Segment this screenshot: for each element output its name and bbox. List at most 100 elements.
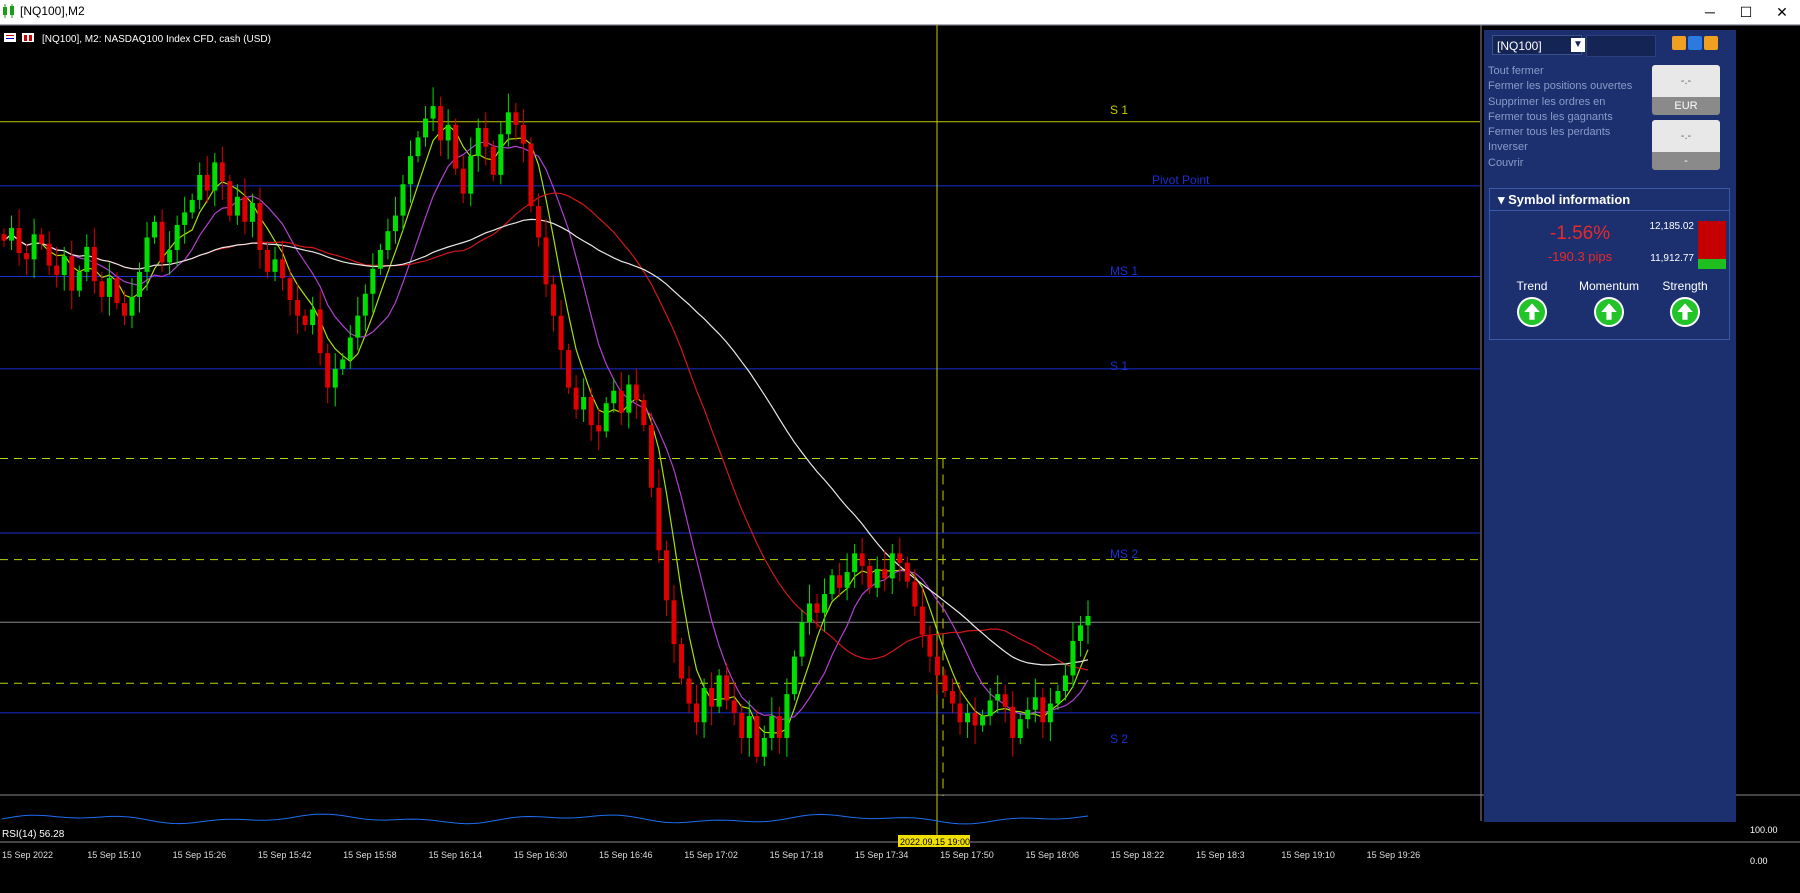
candle-body-78	[588, 396, 594, 426]
time-label-0: 15 Sep 2022	[2, 850, 53, 860]
candle-body-90	[679, 644, 684, 679]
candle-body-137	[1032, 697, 1038, 710]
gear-icon[interactable]	[1688, 36, 1702, 50]
candle-body-87	[656, 487, 662, 551]
candle-body-80	[603, 403, 609, 432]
candle-body-64	[483, 127, 489, 147]
candle-body-50	[377, 249, 383, 269]
candle-body-36	[272, 259, 278, 272]
menu-close-losers[interactable]: Fermer tous les perdants	[1488, 125, 1632, 140]
candle-body-57	[430, 106, 436, 119]
candle-body-37	[280, 259, 286, 279]
candle-body-84	[633, 384, 639, 401]
candle-body-9	[69, 256, 75, 291]
candle-body-8	[61, 256, 67, 275]
change-percent: -1.56%	[1549, 223, 1611, 244]
app-icon	[3, 4, 14, 18]
candle-body-107	[806, 603, 812, 623]
expand-icon[interactable]	[1704, 36, 1718, 50]
candle-body-6	[46, 243, 52, 266]
candle-body-65	[490, 146, 496, 175]
candle-body-77	[581, 396, 587, 410]
symbol-select-value: [NQ100]	[1497, 39, 1542, 53]
candle-body-5	[39, 234, 45, 244]
candle-body-120	[904, 562, 910, 582]
menu-hedge[interactable]: Couvrir	[1488, 156, 1632, 171]
time-label-11: 15 Sep 17:50	[940, 850, 994, 860]
candle-body-108	[814, 603, 820, 613]
candle-body-132	[995, 694, 1001, 701]
candle-body-20	[152, 221, 158, 238]
candle-body-35	[264, 249, 270, 272]
menu-close-open-positions[interactable]: Fermer les positions ouvertes	[1488, 79, 1632, 94]
candle-body-19	[144, 237, 150, 272]
buy-button-label: EUR	[1652, 97, 1720, 115]
chevron-down-icon[interactable]: ▼	[1571, 38, 1585, 52]
strength-up-arrow-icon	[1670, 297, 1700, 327]
trade-panel: [NQ100] ▼ Tout fermer Fermer les positio…	[1484, 30, 1736, 822]
candle-body-61	[460, 168, 466, 194]
time-label-14: 15 Sep 18:3	[1196, 850, 1245, 860]
time-label-16: 15 Sep 19:26	[1367, 850, 1421, 860]
candle-body-10	[76, 271, 82, 291]
lot-input[interactable]	[1586, 35, 1656, 57]
candle-body-55	[415, 137, 421, 157]
candle-body-97	[731, 700, 737, 713]
candle-body-118	[889, 553, 895, 579]
candle-body-143	[1077, 625, 1083, 641]
copy-icon[interactable]	[1672, 36, 1686, 50]
candle-body-60	[453, 124, 459, 169]
candle-body-91	[686, 678, 692, 704]
candle-body-125	[942, 675, 948, 692]
chart-header-text: [NQ100], M2: NASDAQ100 Index CFD, cash (…	[42, 34, 271, 45]
candle-body-2	[16, 228, 22, 254]
rsi-line	[1, 813, 1089, 825]
candle-body-81	[611, 390, 617, 404]
symbol-select[interactable]: [NQ100] ▼	[1492, 35, 1585, 55]
menu-reverse[interactable]: Inverser	[1488, 140, 1632, 155]
candle-body-105	[791, 656, 797, 695]
time-label-9: 15 Sep 17:18	[770, 850, 824, 860]
candle-body-66	[498, 134, 504, 175]
candle-body-7	[54, 265, 60, 275]
candle-body-13	[99, 281, 105, 297]
candle-body-102	[769, 716, 775, 738]
candle-body-14	[106, 278, 112, 297]
minimize-button[interactable]: ─	[1692, 2, 1728, 22]
symbol-info-header[interactable]: ▾ Symbol information	[1490, 189, 1729, 211]
candle-body-115	[867, 565, 873, 588]
menu-close-winners[interactable]: Fermer tous les gagnants	[1488, 110, 1632, 125]
candle-body-135	[1017, 719, 1023, 738]
time-label-6: 15 Sep 16:30	[514, 850, 568, 860]
menu-delete-orders[interactable]: Supprimer les ordres en	[1488, 95, 1632, 110]
momentum-label: Momentum	[1578, 279, 1640, 293]
menu-close-all[interactable]: Tout fermer	[1488, 64, 1632, 79]
candle-body-48	[362, 293, 368, 316]
candle-body-38	[287, 278, 293, 301]
candle-body-59	[445, 124, 451, 141]
candle-body-136	[1025, 709, 1031, 720]
sell-button-value: -.-	[1652, 120, 1720, 152]
buy-button[interactable]: -.- EUR	[1652, 65, 1720, 115]
candle-body-41	[310, 309, 316, 326]
crosshair-time-label: 2022.09.15 19:00	[900, 837, 970, 847]
sell-button[interactable]: -.- -	[1652, 120, 1720, 170]
candle-body-28	[212, 162, 218, 191]
candle-body-122	[919, 606, 925, 635]
candle-body-101	[761, 737, 767, 757]
candle-body-106	[799, 622, 805, 657]
candle-body-89	[671, 600, 677, 645]
buy-button-value: -.-	[1652, 65, 1720, 97]
maximize-button[interactable]: ☐	[1728, 2, 1764, 22]
candle-body-142	[1070, 640, 1076, 676]
candle-body-58	[438, 106, 444, 141]
candle-body-126	[950, 691, 955, 704]
close-button[interactable]: ✕	[1764, 2, 1800, 22]
symbol-info-title: Symbol information	[1508, 192, 1631, 207]
candle-body-83	[626, 384, 632, 413]
candle-body-16	[121, 303, 127, 316]
trend-label: Trend	[1516, 279, 1548, 293]
change-pips: -190.3 pips	[1547, 249, 1613, 264]
day-low: 11,912.77	[1650, 253, 1694, 264]
candle-body-139	[1047, 703, 1053, 723]
